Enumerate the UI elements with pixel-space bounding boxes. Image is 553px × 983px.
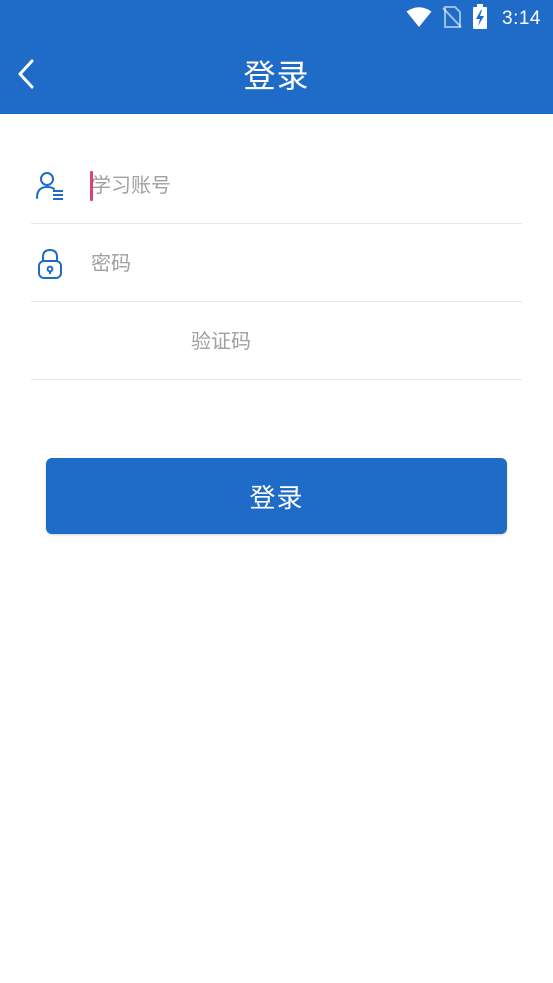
app-header: 3:14 登录 (0, 0, 553, 114)
wifi-icon (406, 6, 432, 32)
text-caret (90, 171, 93, 201)
no-sim-icon (442, 5, 462, 33)
chevron-left-icon (17, 59, 35, 93)
status-icons: 3:14 (406, 4, 541, 34)
back-button[interactable] (6, 54, 46, 98)
user-list-icon (35, 170, 65, 202)
status-time: 3:14 (502, 8, 541, 29)
captcha-row (31, 302, 522, 380)
login-button[interactable]: 登录 (46, 458, 507, 534)
account-row (31, 146, 522, 224)
status-bar: 3:14 (0, 0, 553, 38)
battery-charging-icon (472, 4, 488, 34)
password-input[interactable] (91, 240, 511, 286)
captcha-input[interactable] (191, 318, 391, 364)
page-title: 登录 (243, 57, 310, 95)
password-row (31, 224, 522, 302)
app-bar: 登录 (0, 38, 553, 114)
account-input[interactable] (91, 162, 511, 208)
lock-icon (35, 248, 65, 280)
